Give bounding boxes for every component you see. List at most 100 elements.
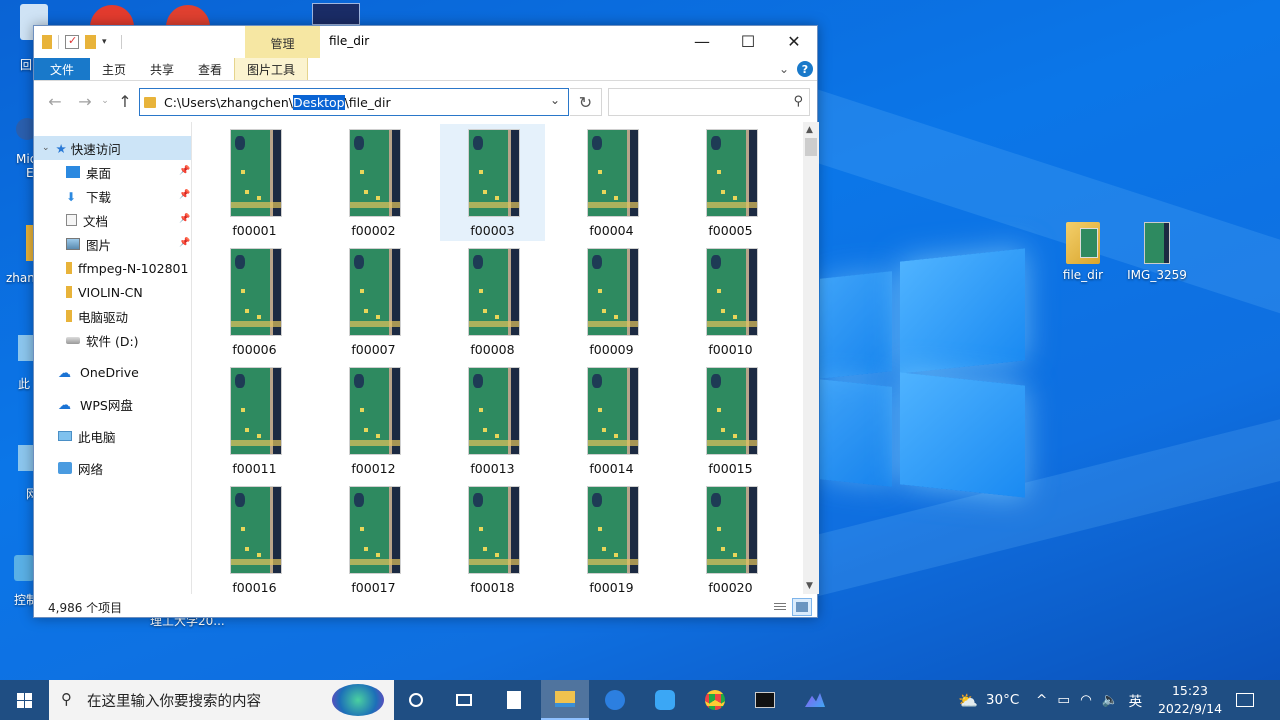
app-icon bbox=[805, 693, 825, 707]
file-thumbnail[interactable]: f00020 bbox=[678, 481, 783, 594]
file-thumbnail[interactable]: f00003 bbox=[440, 124, 545, 241]
file-thumbnail[interactable]: f00007 bbox=[321, 243, 426, 360]
search-icon: ⚲ bbox=[793, 94, 803, 109]
taskbar-terminal[interactable] bbox=[741, 680, 789, 720]
scrollbar-thumb[interactable] bbox=[805, 138, 817, 156]
notification-button[interactable] bbox=[1236, 680, 1254, 720]
chevron-up-icon[interactable]: ^ bbox=[1036, 692, 1047, 708]
desktop-icon-recycle-bin[interactable]: 回 bbox=[0, 4, 48, 72]
item-count: 4,986 个项目 bbox=[48, 600, 123, 615]
properties-icon[interactable]: ✓ bbox=[65, 34, 79, 49]
file-thumbnail[interactable]: f00016 bbox=[202, 481, 307, 594]
file-thumbnail[interactable]: f00019 bbox=[559, 481, 664, 594]
nav-item-ffmpeg[interactable]: ffmpeg-N-102801 bbox=[34, 256, 191, 280]
scroll-down-icon[interactable]: ▼ bbox=[806, 581, 813, 591]
chevron-down-icon[interactable]: ⌄ bbox=[42, 143, 50, 153]
nav-item-drivers[interactable]: 电脑驱动 bbox=[34, 304, 191, 328]
taskbar-app-mountain[interactable] bbox=[791, 680, 839, 720]
file-thumbnail[interactable]: f00001 bbox=[202, 124, 307, 241]
recent-locations-chevron-icon[interactable]: ⌄ bbox=[98, 88, 112, 114]
file-thumbnail[interactable]: f00005 bbox=[678, 124, 783, 241]
nav-item-documents[interactable]: 文档 📌 bbox=[34, 208, 191, 232]
taskbar-file-explorer[interactable] bbox=[541, 680, 589, 720]
title-bar: ✓ ▾ 管理 file_dir — ☐ ✕ bbox=[34, 26, 817, 58]
file-thumbnail[interactable]: f00010 bbox=[678, 243, 783, 360]
nav-item-desktop[interactable]: 桌面 📌 bbox=[34, 160, 191, 184]
nav-item-drive-d[interactable]: 软件 (D:) bbox=[34, 328, 191, 352]
task-view-button[interactable] bbox=[392, 680, 440, 720]
nav-item-downloads[interactable]: ⬇ 下载 📌 bbox=[34, 184, 191, 208]
taskbar-app-mi[interactable] bbox=[641, 680, 689, 720]
chevron-down-icon[interactable]: ⌄ bbox=[550, 93, 560, 107]
nav-item-violin[interactable]: VIOLIN-CN bbox=[34, 280, 191, 304]
file-thumbnail[interactable]: f00018 bbox=[440, 481, 545, 594]
file-thumbnail[interactable]: f00013 bbox=[440, 362, 545, 479]
file-thumbnail[interactable]: f00009 bbox=[559, 243, 664, 360]
file-thumbnail[interactable]: f00004 bbox=[559, 124, 664, 241]
taskbar-notepad[interactable] bbox=[490, 680, 538, 720]
vertical-scrollbar[interactable]: ▲ ▼ bbox=[803, 122, 819, 594]
pin-icon[interactable]: 📌 bbox=[179, 190, 190, 200]
nav-wps-drive[interactable]: ☁ WPS网盘 bbox=[34, 392, 191, 416]
nav-this-pc[interactable]: 此电脑 bbox=[34, 424, 191, 448]
search-input[interactable]: ⚲ bbox=[608, 88, 810, 116]
image-preview bbox=[587, 367, 639, 455]
file-thumbnail[interactable]: f00008 bbox=[440, 243, 545, 360]
tab-home[interactable]: 主页 bbox=[90, 58, 138, 80]
minimize-button[interactable]: — bbox=[679, 26, 725, 56]
tab-picture-tools[interactable]: 图片工具 bbox=[234, 58, 309, 80]
close-button[interactable]: ✕ bbox=[771, 26, 817, 56]
file-thumbnail[interactable]: f00015 bbox=[678, 362, 783, 479]
start-button[interactable] bbox=[0, 680, 48, 720]
taskbar-app-blue[interactable] bbox=[591, 680, 639, 720]
wifi-icon[interactable]: ◠ bbox=[1080, 692, 1092, 708]
search-highlight-icon bbox=[332, 684, 384, 716]
forward-button[interactable]: → bbox=[72, 88, 98, 114]
nav-label: 桌面 bbox=[86, 165, 112, 181]
scroll-up-icon[interactable]: ▲ bbox=[806, 125, 813, 135]
pin-icon[interactable]: 📌 bbox=[179, 166, 190, 176]
taskbar-search-box[interactable]: ⚲ 在这里输入你要搜索的内容 bbox=[49, 680, 394, 720]
desktop-icon-img-3259[interactable]: IMG_3259 bbox=[1119, 222, 1195, 282]
ime-indicator[interactable]: 英 bbox=[1129, 690, 1143, 710]
refresh-button[interactable]: ↻ bbox=[570, 88, 602, 116]
tab-manage[interactable]: 管理 bbox=[245, 26, 320, 58]
tab-view[interactable]: 查看 bbox=[186, 58, 234, 80]
file-name: f00006 bbox=[232, 342, 277, 357]
file-name: f00002 bbox=[351, 223, 396, 238]
file-thumbnail[interactable]: f00014 bbox=[559, 362, 664, 479]
tab-share[interactable]: 共享 bbox=[138, 58, 186, 80]
image-preview bbox=[468, 486, 520, 574]
back-button[interactable]: ← bbox=[42, 88, 68, 114]
chevron-down-icon[interactable]: ▾ bbox=[102, 37, 107, 47]
nav-item-pictures[interactable]: 图片 📌 bbox=[34, 232, 191, 256]
desktop-icon-this-pc[interactable]: 此 bbox=[18, 335, 34, 392]
file-thumbnail[interactable]: f00011 bbox=[202, 362, 307, 479]
details-view-button[interactable] bbox=[770, 598, 790, 616]
up-button[interactable]: ↑ bbox=[112, 88, 138, 114]
desktop-icon-file-dir[interactable]: file_dir bbox=[1045, 222, 1121, 282]
pin-icon[interactable]: 📌 bbox=[179, 238, 190, 248]
clock[interactable]: 15:23 2022/9/14 bbox=[1152, 682, 1228, 718]
file-thumbnail[interactable]: f00002 bbox=[321, 124, 426, 241]
tab-file[interactable]: 文件 bbox=[34, 58, 90, 80]
battery-icon[interactable]: ▭ bbox=[1057, 692, 1070, 708]
maximize-button[interactable]: ☐ bbox=[725, 26, 771, 56]
new-folder-icon[interactable] bbox=[85, 35, 96, 49]
weather-widget[interactable]: ⛅ 30°C bbox=[958, 680, 1019, 720]
nav-network[interactable]: 网络 bbox=[34, 456, 191, 480]
file-thumbnail[interactable]: f00017 bbox=[321, 481, 426, 594]
address-input[interactable]: C:\Users\zhangchen\ Desktop \file_dir ⌄ bbox=[139, 88, 569, 116]
file-thumbnail[interactable]: f00012 bbox=[321, 362, 426, 479]
nav-quick-access[interactable]: ⌄ ★ 快速访问 bbox=[34, 136, 191, 160]
expand-ribbon-icon[interactable]: ⌄ bbox=[779, 62, 789, 76]
taskbar-chrome[interactable] bbox=[691, 680, 739, 720]
nav-onedrive[interactable]: ☁ OneDrive bbox=[34, 360, 191, 384]
file-thumbnail[interactable]: f00006 bbox=[202, 243, 307, 360]
task-view-button-2[interactable] bbox=[440, 680, 488, 720]
help-icon[interactable]: ? bbox=[797, 61, 813, 77]
volume-icon[interactable]: 🔈 bbox=[1102, 692, 1119, 708]
file-name: f00007 bbox=[351, 342, 396, 357]
pin-icon[interactable]: 📌 bbox=[179, 214, 190, 224]
large-icons-view-button[interactable] bbox=[792, 598, 812, 616]
